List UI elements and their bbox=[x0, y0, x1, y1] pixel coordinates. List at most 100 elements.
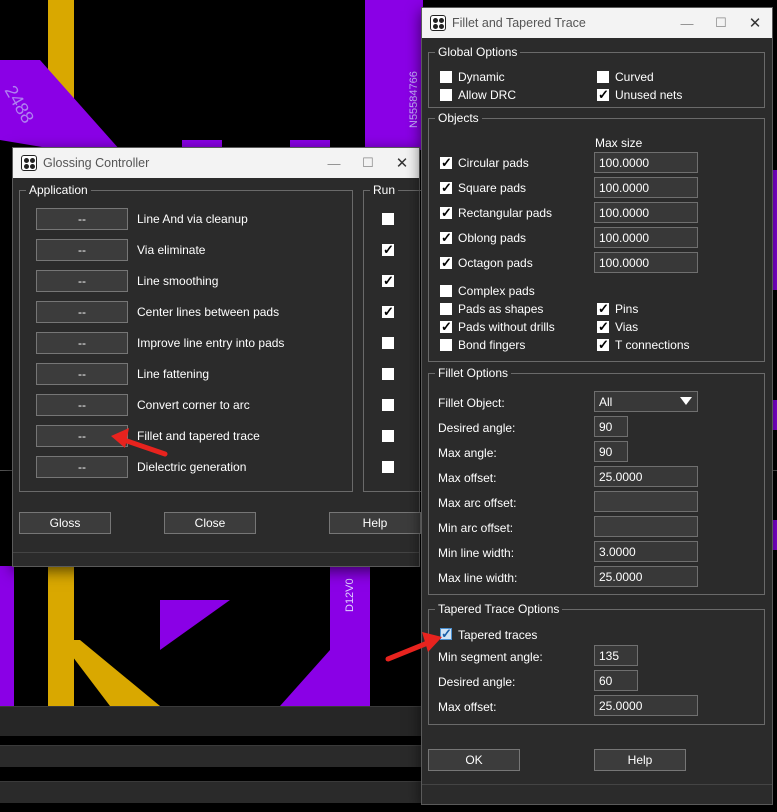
gloss-option-label: Via eliminate bbox=[137, 243, 206, 257]
allow-drc-checkbox[interactable] bbox=[440, 89, 452, 101]
pads-without-drills-label: Pads without drills bbox=[458, 320, 555, 334]
tapered-max-offset-input[interactable]: 25.0000 bbox=[594, 695, 698, 716]
pad-type-checkbox[interactable] bbox=[440, 155, 452, 171]
glossing-controller-window: Glossing Controller — ☐ ✕ Application Ru… bbox=[12, 147, 423, 567]
title-bar[interactable]: Glossing Controller — ☐ ✕ bbox=[13, 148, 419, 178]
gloss-button[interactable]: Gloss bbox=[19, 512, 111, 534]
group-label: Run bbox=[370, 183, 399, 197]
tapered-max-offset-label: Max offset: bbox=[438, 700, 497, 714]
dynamic-label: Dynamic bbox=[458, 70, 505, 84]
min-segment-angle-label: Min segment angle: bbox=[438, 650, 543, 664]
gloss-option-label: Convert corner to arc bbox=[137, 398, 250, 412]
pad-max-size-input[interactable]: 100.0000 bbox=[594, 227, 698, 248]
gloss-option-button[interactable]: -- bbox=[36, 332, 128, 354]
status-bar bbox=[422, 784, 772, 785]
vias-label: Vias bbox=[615, 320, 639, 334]
net-label: D12V0 bbox=[344, 578, 356, 612]
gloss-option-button[interactable]: -- bbox=[36, 394, 128, 416]
bond-fingers-label: Bond fingers bbox=[458, 338, 526, 352]
pads-as-shapes-checkbox[interactable] bbox=[440, 303, 452, 315]
max-line-width-label: Max line width: bbox=[438, 571, 518, 585]
close-icon[interactable]: ✕ bbox=[738, 14, 772, 32]
pad-type-label: Square pads bbox=[458, 181, 527, 195]
pad-max-size-input[interactable]: 100.0000 bbox=[594, 152, 698, 173]
max-line-width-input[interactable]: 25.0000 bbox=[594, 566, 698, 587]
close-icon[interactable]: ✕ bbox=[385, 154, 419, 172]
min-arc-offset-label: Min arc offset: bbox=[438, 521, 514, 535]
title-bar[interactable]: Fillet and Tapered Trace — ☐ ✕ bbox=[422, 8, 772, 38]
minimize-icon[interactable]: — bbox=[317, 156, 351, 171]
gloss-option-label: Improve line entry into pads bbox=[137, 336, 285, 350]
group-label: Fillet Options bbox=[435, 366, 512, 380]
pad-type-checkbox[interactable] bbox=[440, 255, 452, 271]
tapered-desired-angle-input[interactable]: 60 bbox=[594, 670, 638, 691]
minimize-icon[interactable]: — bbox=[670, 16, 704, 31]
app-icon bbox=[21, 155, 37, 171]
close-button[interactable]: Close bbox=[164, 512, 256, 534]
pins-label: Pins bbox=[615, 302, 639, 316]
pad-max-size-input[interactable]: 100.0000 bbox=[594, 202, 698, 223]
vias-checkbox[interactable] bbox=[597, 319, 609, 335]
fillet-object-select[interactable]: All bbox=[594, 391, 698, 412]
annotation-arrow bbox=[111, 428, 168, 457]
chevron-down-icon bbox=[680, 397, 692, 405]
min-line-width-label: Min line width: bbox=[438, 546, 515, 560]
gloss-option-button[interactable]: -- bbox=[36, 363, 128, 385]
group-label: Tapered Trace Options bbox=[435, 602, 563, 616]
pads-without-drills-checkbox[interactable] bbox=[440, 319, 452, 335]
gloss-option-label: Line fattening bbox=[137, 367, 210, 381]
complex-pads-checkbox[interactable] bbox=[440, 285, 452, 297]
pad-max-size-input[interactable]: 100.0000 bbox=[594, 252, 698, 273]
curved-checkbox[interactable] bbox=[597, 71, 609, 83]
status-bar bbox=[13, 552, 419, 553]
max-arc-offset-input[interactable] bbox=[594, 491, 698, 512]
gloss-option-button[interactable]: -- bbox=[36, 301, 128, 323]
maximize-icon[interactable]: ☐ bbox=[704, 15, 738, 31]
unused-nets-label: Unused nets bbox=[615, 88, 683, 102]
group-label: Global Options bbox=[435, 45, 521, 59]
desired-angle-input[interactable]: 90 bbox=[594, 416, 628, 437]
gloss-option-button[interactable]: -- bbox=[36, 208, 128, 230]
gloss-option-button[interactable]: -- bbox=[36, 239, 128, 261]
run-checkbox[interactable] bbox=[382, 461, 394, 473]
gloss-option-button[interactable]: -- bbox=[36, 270, 128, 292]
ok-button[interactable]: OK bbox=[428, 749, 520, 771]
run-checkbox[interactable] bbox=[382, 273, 394, 289]
fillet-tapered-trace-window: Fillet and Tapered Trace — ☐ ✕ Global Op… bbox=[421, 7, 773, 805]
max-angle-input[interactable]: 90 bbox=[594, 441, 628, 462]
max-size-header: Max size bbox=[595, 136, 643, 150]
pad-max-size-input[interactable]: 100.0000 bbox=[594, 177, 698, 198]
gloss-option-label: Center lines between pads bbox=[137, 305, 280, 319]
pad-type-checkbox[interactable] bbox=[440, 180, 452, 196]
unused-nets-checkbox[interactable] bbox=[597, 87, 609, 103]
gloss-option-label: Line And via cleanup bbox=[137, 212, 248, 226]
min-line-width-input[interactable]: 3.0000 bbox=[594, 541, 698, 562]
pad-type-checkbox[interactable] bbox=[440, 205, 452, 221]
select-value: All bbox=[599, 395, 613, 409]
run-checkbox[interactable] bbox=[382, 213, 394, 225]
pins-checkbox[interactable] bbox=[597, 301, 609, 317]
pad-type-label: Oblong pads bbox=[458, 231, 527, 245]
help-button[interactable]: Help bbox=[329, 512, 421, 534]
run-checkbox[interactable] bbox=[382, 304, 394, 320]
help-button[interactable]: Help bbox=[594, 749, 686, 771]
curved-label: Curved bbox=[615, 70, 654, 84]
run-checkbox[interactable] bbox=[382, 430, 394, 442]
max-angle-label: Max angle: bbox=[438, 446, 497, 460]
gloss-option-label: Dielectric generation bbox=[137, 460, 247, 474]
pad-type-checkbox[interactable] bbox=[440, 230, 452, 246]
min-arc-offset-input[interactable] bbox=[594, 516, 698, 537]
run-checkbox[interactable] bbox=[382, 399, 394, 411]
maximize-icon[interactable]: ☐ bbox=[351, 155, 385, 171]
max-offset-input[interactable]: 25.0000 bbox=[594, 466, 698, 487]
t-connections-checkbox[interactable] bbox=[597, 337, 609, 353]
bond-fingers-checkbox[interactable] bbox=[440, 339, 452, 351]
run-checkbox[interactable] bbox=[382, 337, 394, 349]
min-segment-angle-input[interactable]: 135 bbox=[594, 645, 638, 666]
run-checkbox[interactable] bbox=[382, 368, 394, 380]
annotation-arrow bbox=[385, 632, 442, 662]
run-checkbox[interactable] bbox=[382, 242, 394, 258]
dynamic-checkbox[interactable] bbox=[440, 71, 452, 83]
desired-angle-label: Desired angle: bbox=[438, 421, 516, 435]
bottom-panel-strip bbox=[0, 706, 430, 736]
